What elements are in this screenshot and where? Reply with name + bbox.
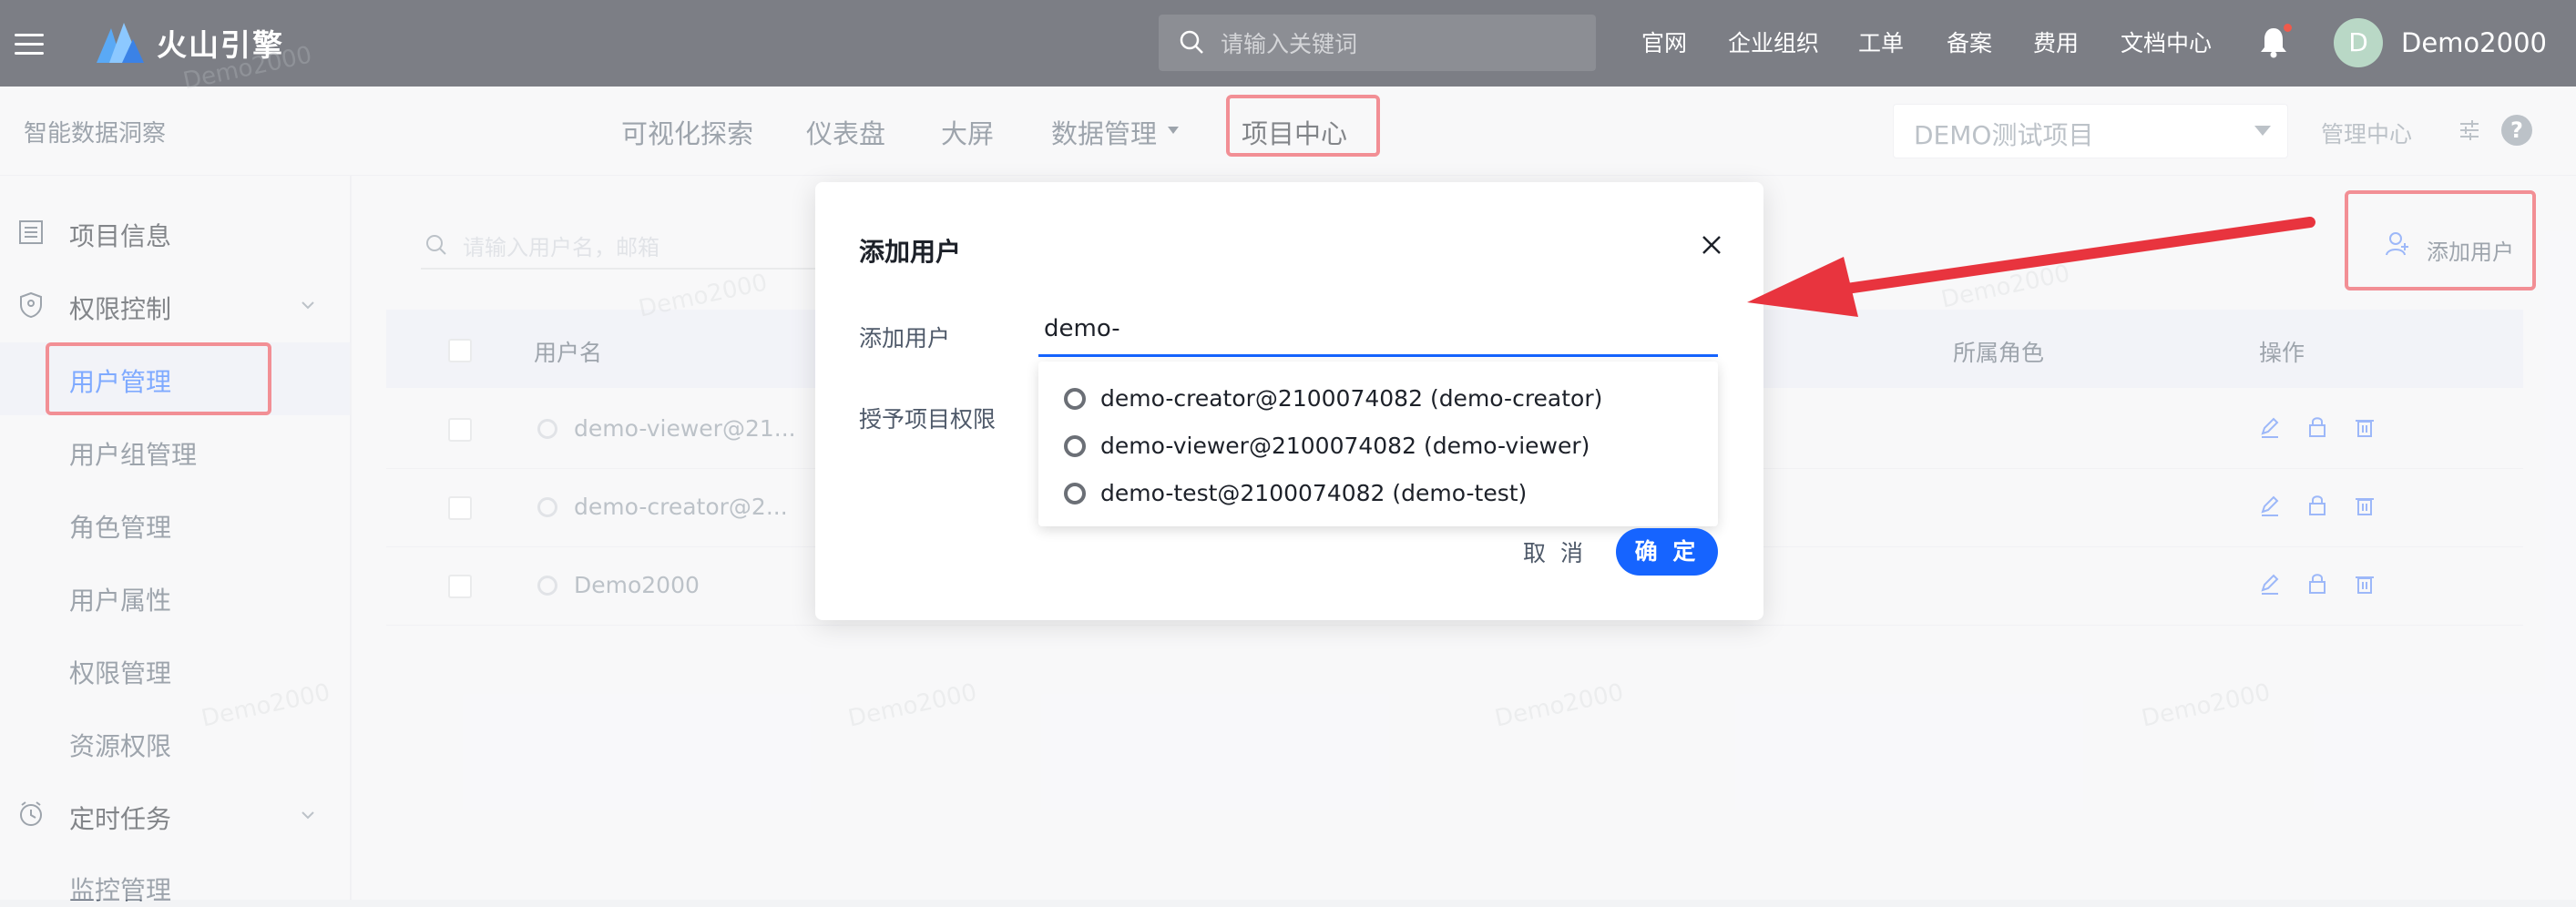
notification-bell-icon[interactable] <box>2259 24 2292 62</box>
user-avatar-icon <box>1064 434 1086 457</box>
search-icon <box>1180 30 1203 54</box>
link-enterprise-org[interactable]: 企业组织 <box>1728 25 1819 62</box>
link-ticket[interactable]: 工单 <box>1858 25 1904 62</box>
username[interactable]: Demo2000 <box>2401 24 2547 62</box>
menu-icon[interactable] <box>13 27 46 60</box>
link-filing[interactable]: 备案 <box>1947 25 1992 62</box>
user-avatar-icon <box>1064 482 1086 504</box>
global-search-input[interactable]: 请输入关键词 <box>1159 15 1596 71</box>
dropdown-option[interactable]: demo-test@2100074082 (demo-test) <box>1064 480 1527 506</box>
confirm-button[interactable]: 确 定 <box>1616 528 1718 576</box>
add-user-field-label: 添加用户 <box>859 325 951 352</box>
annotation-arrow-icon <box>1747 217 2315 317</box>
cancel-button[interactable]: 取 消 <box>1523 535 1587 568</box>
avatar[interactable]: D <box>2334 18 2383 67</box>
link-billing[interactable]: 费用 <box>2033 25 2079 62</box>
add-user-input-value: demo- <box>1044 315 1120 342</box>
dialog-title: 添加用户 <box>859 237 962 267</box>
link-official-site[interactable]: 官网 <box>1641 25 1687 62</box>
dropdown-option[interactable]: demo-creator@2100074082 (demo-creator) <box>1064 385 1602 412</box>
dropdown-option-label: demo-viewer@2100074082 (demo-viewer) <box>1100 433 1590 459</box>
close-icon[interactable] <box>1700 233 1723 257</box>
volcano-logo-icon <box>97 23 144 63</box>
search-placeholder: 请输入关键词 <box>1221 31 1358 57</box>
add-user-input[interactable]: demo- <box>1038 306 1718 357</box>
dropdown-option[interactable]: demo-viewer@2100074082 (demo-viewer) <box>1064 433 1590 459</box>
dropdown-option-label: demo-creator@2100074082 (demo-creator) <box>1100 385 1603 412</box>
user-avatar-icon <box>1064 387 1086 410</box>
link-docs[interactable]: 文档中心 <box>2121 25 2212 62</box>
grant-permission-label: 授予项目权限 <box>859 406 997 433</box>
dropdown-option-label: demo-test@2100074082 (demo-test) <box>1100 480 1528 506</box>
notification-dot <box>2284 24 2292 32</box>
